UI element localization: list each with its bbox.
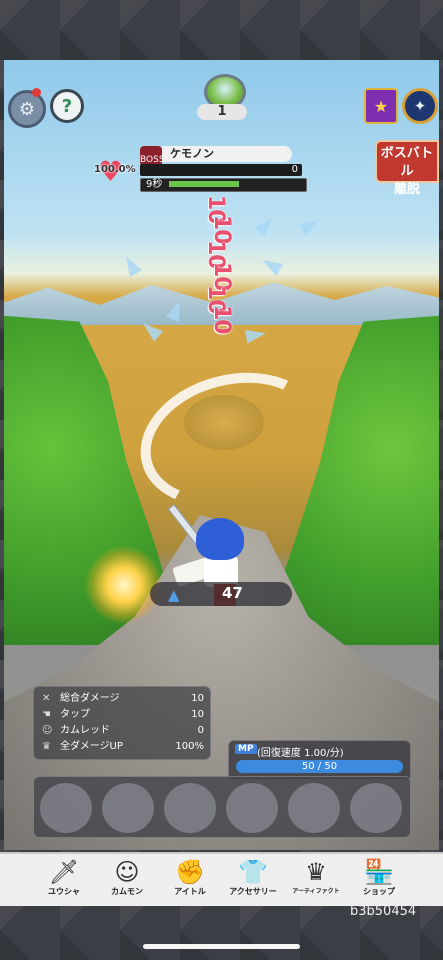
nav-label: アクセサリー — [229, 887, 277, 896]
boss-name: ケモノン — [162, 146, 292, 162]
stat-row: ☺ カムレッド 0 — [42, 723, 204, 739]
tap-icon: ☚ — [42, 709, 51, 720]
mp-regen-label: (回復速度 1.00/分) — [257, 748, 344, 759]
shard-effect — [258, 253, 284, 277]
boss-tag: BOSS — [140, 146, 165, 166]
hero-head — [196, 518, 244, 560]
notification-dot — [32, 88, 41, 97]
nav-label: アイトル — [174, 887, 206, 896]
nav-item[interactable]: 🗡 ユウシャ — [32, 854, 96, 906]
skill-slot[interactable] — [226, 783, 278, 833]
nav-item[interactable]: ☺ カムモン — [95, 854, 159, 906]
help-button[interactable]: ? — [50, 89, 84, 123]
skill-slot[interactable] — [350, 783, 402, 833]
nav-label: ショップ — [363, 887, 395, 896]
timer-text: 9秒 — [146, 179, 163, 190]
timer-bar: 9秒 — [140, 178, 307, 192]
hp-percent: 100.0% — [94, 164, 136, 175]
slash-effect — [125, 353, 338, 527]
nav-label: カムモン — [111, 887, 143, 896]
shard-effect — [119, 252, 143, 278]
crown-icon: ♛ — [42, 741, 51, 752]
damage-number: 10 — [209, 305, 234, 334]
nav-item[interactable]: ♛ アーティファクト — [284, 854, 348, 906]
spark-effect — [84, 545, 164, 625]
nav-item[interactable]: 👕 アクセサリー — [221, 854, 285, 906]
star-book-icon[interactable]: ★ — [364, 88, 398, 124]
stat-row: ☚ タップ 10 — [42, 707, 204, 723]
stat-label: 総合ダメージ — [60, 693, 120, 704]
stat-row: ✕ 総合ダメージ 10 — [42, 691, 204, 707]
shard-effect — [254, 212, 278, 238]
compass-icon[interactable]: ✦ — [402, 88, 438, 124]
companion-icon: ☺ — [114, 858, 140, 886]
stat-label: タップ — [60, 709, 90, 720]
home-indicator[interactable] — [143, 944, 300, 949]
sword-icon: 🗡 — [48, 858, 80, 886]
mp-panel: MP (回復速度 1.00/分) 50 / 50 — [228, 740, 411, 780]
skill-slot[interactable] — [164, 783, 216, 833]
stat-value: 10 — [191, 693, 204, 704]
swords-icon: ✕ — [42, 693, 51, 704]
shirt-icon: 👕 — [238, 858, 268, 886]
nav-label: ユウシャ — [48, 887, 80, 896]
skill-slot[interactable] — [288, 783, 340, 833]
people-icon: ☺ — [42, 725, 53, 736]
skill-slot[interactable] — [102, 783, 154, 833]
skill-slot[interactable] — [40, 783, 92, 833]
shop-icon: 🏪 — [364, 858, 394, 886]
stat-value: 0 — [197, 725, 204, 736]
timer-fill — [169, 181, 239, 187]
stat-value: 100% — [175, 741, 204, 752]
boss-exit-sublabel: 離脱 — [393, 182, 420, 197]
crown-icon: ♛ — [305, 858, 327, 886]
mp-badge: MP — [235, 744, 257, 754]
stage-number: 1 — [197, 104, 247, 120]
mp-bar: 50 / 50 — [236, 760, 403, 773]
fist-icon: ✊ — [175, 858, 205, 886]
settings-gear-icon[interactable]: ⚙ — [8, 90, 46, 128]
stat-row: ♛ 全ダメージUP 100% — [42, 739, 204, 755]
boss-exit-button[interactable]: ボスバトル 離脱 — [375, 140, 439, 197]
shard-icon: ▲ — [168, 586, 180, 604]
shard-effect — [298, 213, 324, 237]
skill-slots-panel — [33, 776, 411, 838]
shard-effect — [244, 326, 268, 344]
boss-hp-bar: 0 — [140, 164, 302, 176]
nav-item[interactable]: 🏪 ショップ — [347, 854, 411, 906]
stat-label: 全ダメージUP — [60, 741, 123, 752]
nav-item[interactable]: ✊ アイトル — [158, 854, 222, 906]
boss-exit-label: ボスバトル — [380, 146, 434, 179]
build-id: b3b50454 — [350, 904, 417, 919]
shard-value: 47 — [222, 584, 243, 602]
stat-value: 10 — [191, 709, 204, 720]
stats-panel: ✕ 総合ダメージ 10 ☚ タップ 10 ☺ カムレッド 0 ♛ 全ダメージUP 100% — [33, 686, 211, 760]
stat-label: カムレッド — [60, 725, 110, 736]
bottom-nav: 🗡 ユウシャ ☺ カムモン ✊ アイトル 👕 アクセサリー ♛ アーティファクト 🏪 ショップ — [0, 852, 443, 906]
shard-counter: ▲ 47 — [150, 582, 292, 606]
nav-label: アーティファクト — [292, 888, 340, 895]
boss-hp-value: 0 — [291, 164, 298, 175]
